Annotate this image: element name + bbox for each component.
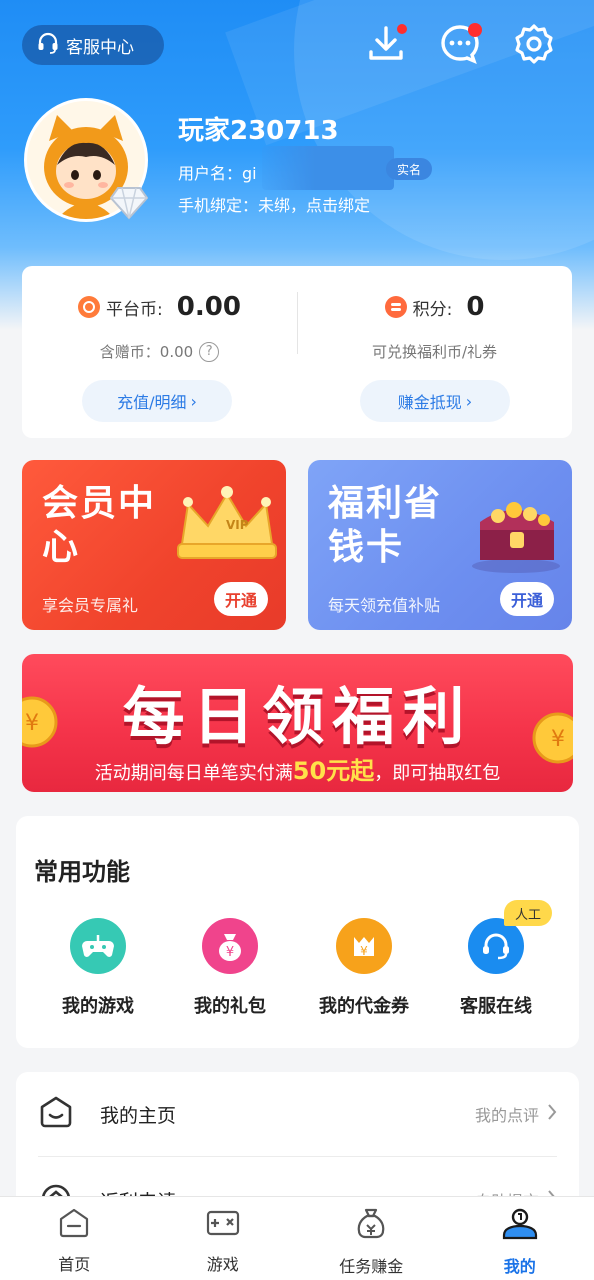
chevron-right-icon: [547, 1103, 557, 1125]
username-text: 用户名：gi: [178, 164, 257, 183]
my-homepage-row[interactable]: 我的主页 我的点评: [16, 1072, 579, 1156]
vip-open-button[interactable]: 开通: [214, 582, 268, 616]
tab-mine[interactable]: 我的: [446, 1197, 594, 1280]
gamepad-icon: [205, 1207, 241, 1243]
crown-vip-text: VIP: [226, 518, 249, 532]
settings-icon[interactable]: [512, 22, 556, 66]
vip-card-title: 会员中心: [42, 483, 157, 568]
banner-sub-before: 活动期间每日单笔实付满: [94, 763, 293, 784]
welfare-open-button[interactable]: 开通: [500, 582, 554, 616]
svg-text:¥: ¥: [226, 945, 234, 960]
banner-subtitle: 活动期间每日单笔实付满50元起，即可抽取红包: [22, 751, 573, 786]
my-games-label: 我的游戏: [62, 996, 134, 1017]
earn-cash-label: 赚金抵现: [397, 393, 462, 412]
my-games-button[interactable]: 我的游戏: [28, 918, 168, 1018]
profile-icon: [501, 1207, 539, 1245]
points-value: 0: [466, 292, 485, 322]
tab-tasks-label: 任务赚金: [339, 1257, 404, 1276]
phone-binding-link[interactable]: 手机绑定：未绑，点击绑定: [178, 192, 370, 216]
human-service-badge: 人工: [504, 900, 552, 926]
banner-sub-after: ，即可抽取红包: [374, 763, 501, 784]
my-homepage-label: 我的主页: [100, 1104, 177, 1127]
home-icon: [57, 1207, 91, 1243]
help-question-icon[interactable]: ?: [199, 341, 220, 362]
home-face-icon: [38, 1095, 74, 1133]
tab-games-label: 游戏: [206, 1255, 239, 1274]
tab-games[interactable]: 游戏: [149, 1197, 298, 1280]
platform-coin-label: 平台币:: [106, 299, 163, 320]
platform-coin-value: 0.00: [176, 292, 241, 322]
list-divider: [38, 1156, 557, 1157]
tab-home-label: 首页: [58, 1255, 91, 1274]
money-bag-icon: [355, 1207, 387, 1245]
recharge-detail-label: 充值/明细: [117, 393, 187, 412]
username-mask: [262, 146, 394, 190]
diamond-level-icon: [109, 186, 149, 224]
vip-card-subtitle: 享会员专属礼: [42, 596, 139, 615]
points-coin-icon: [384, 296, 407, 318]
online-service-button[interactable]: 客服在线: [426, 918, 566, 1018]
nickname: 玩家230713: [178, 116, 339, 146]
tab-home[interactable]: 首页: [0, 1197, 149, 1280]
download-icon[interactable]: [364, 22, 408, 66]
my-reviews-link[interactable]: 我的点评: [475, 1102, 557, 1126]
tab-tasks[interactable]: 任务赚金: [297, 1197, 446, 1280]
welfare-card-title: 福利省钱卡: [328, 483, 443, 568]
online-service-label: 客服在线: [460, 996, 532, 1017]
platform-coin-icon: [78, 296, 101, 318]
my-vouchers-label: 我的代金券: [319, 996, 409, 1017]
points-section: 积分: 0 可兑换福利币/礼券 赚金抵现 ›: [297, 266, 572, 438]
banner-sub-highlight: 50元起: [292, 757, 375, 785]
common-functions-title: 常用功能: [34, 858, 130, 886]
treasure-chest-icon: [458, 478, 568, 578]
voucher-icon: ¥: [336, 918, 392, 974]
my-gifts-button[interactable]: ¥ 我的礼包: [160, 918, 300, 1018]
tab-mine-label: 我的: [503, 1257, 536, 1276]
download-notification-dot: [397, 24, 407, 34]
realname-tag[interactable]: 实名: [386, 158, 432, 180]
wallet-card: 平台币: 0.00 含赠币：0.00 ? 充值/明细 › 积分: 0 可兑换福利…: [22, 266, 572, 438]
banner-title: 每日领福利: [122, 680, 473, 753]
customer-service-icon: [468, 918, 524, 974]
headset-icon: [36, 31, 60, 60]
gift-coin-text: 含赠币：0.00: [99, 343, 194, 361]
welfare-card-subtitle: 每天领充值补贴: [328, 596, 441, 615]
customer-service-label: 客服中心: [66, 37, 134, 58]
chevron-right-icon: ›: [465, 391, 473, 411]
points-label: 积分:: [412, 299, 453, 320]
customer-service-button[interactable]: 客服中心: [22, 25, 164, 65]
my-gifts-label: 我的礼包: [194, 996, 266, 1017]
svg-text:¥: ¥: [360, 944, 368, 958]
bottom-tab-bar: 首页 游戏 任务赚金 我的: [0, 1196, 594, 1280]
my-vouchers-button[interactable]: ¥ 我的代金券: [294, 918, 434, 1018]
recharge-detail-button[interactable]: 充值/明细 ›: [82, 380, 232, 422]
message-icon[interactable]: [438, 22, 482, 66]
platform-coin-section: 平台币: 0.00 含赠币：0.00 ? 充值/明细 ›: [22, 266, 297, 438]
my-reviews-label: 我的点评: [474, 1106, 539, 1125]
common-functions-panel: 常用功能 我的游戏 ¥ 我的礼包 ¥ 我的代金券 客服在线: [16, 816, 579, 1048]
chevron-right-icon: ›: [190, 391, 197, 411]
game-controller-icon: [70, 918, 126, 974]
vip-center-card[interactable]: 会员中心 VIP 享会员专属礼 开通: [22, 460, 286, 630]
points-description: 可兑换福利币/礼券: [371, 343, 498, 361]
earn-cash-button[interactable]: 赚金抵现 ›: [360, 380, 510, 422]
gift-bag-icon: ¥: [202, 918, 258, 974]
message-notification-dot: [468, 23, 482, 37]
welfare-card[interactable]: 福利省钱卡 每天领充值补贴 开通: [308, 460, 572, 630]
daily-welfare-banner[interactable]: ¥ ¥ 每日领福利 活动期间每日单笔实付满50元起，即可抽取红包: [22, 654, 573, 792]
